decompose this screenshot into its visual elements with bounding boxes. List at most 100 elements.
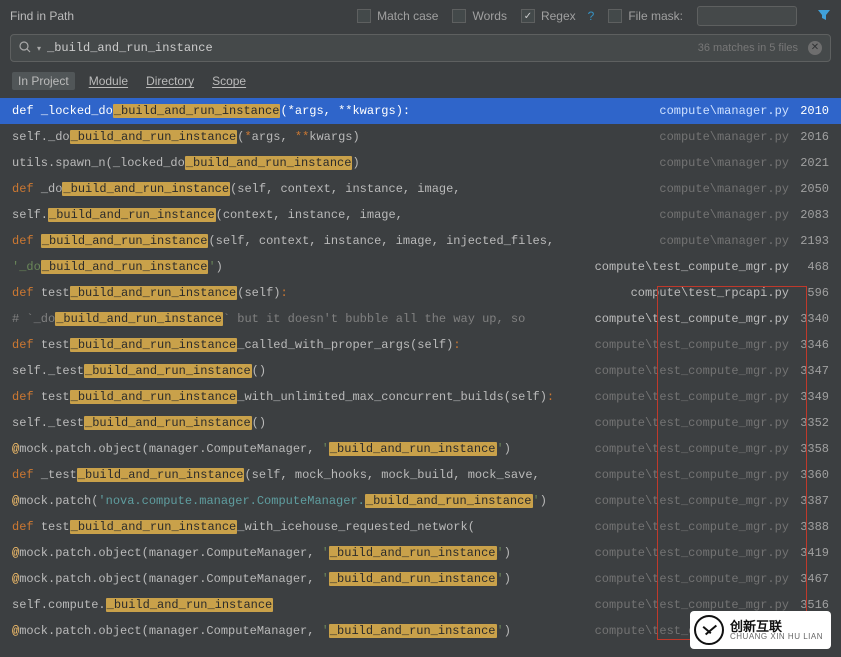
- result-code: @mock.patch.object(manager.ComputeManage…: [12, 546, 587, 560]
- result-row[interactable]: def _locked_do_build_and_run_instance(*a…: [0, 98, 841, 124]
- result-line: 3352: [795, 416, 829, 430]
- match-case-checkbox[interactable]: Match case: [357, 9, 438, 23]
- result-row[interactable]: def _build_and_run_instance(self, contex…: [0, 228, 841, 254]
- result-row[interactable]: '_do_build_and_run_instance')compute\tes…: [0, 254, 841, 280]
- result-code: def _test_build_and_run_instance(self, m…: [12, 468, 587, 482]
- checkbox-icon: [452, 9, 466, 23]
- file-mask-label: File mask:: [628, 9, 683, 23]
- result-file: compute\test_compute_mgr.py: [595, 338, 789, 352]
- result-file: compute\test_compute_mgr.py: [595, 572, 789, 586]
- result-code: def test_build_and_run_instance_called_w…: [12, 338, 587, 352]
- result-file: compute\test_compute_mgr.py: [595, 442, 789, 456]
- result-line: 3516: [795, 598, 829, 612]
- result-line: 2083: [795, 208, 829, 222]
- scope-tab-in-project[interactable]: In Project: [12, 72, 75, 90]
- result-code: def test_build_and_run_instance(self):: [12, 286, 623, 300]
- result-file: compute\test_compute_mgr.py: [595, 390, 789, 404]
- match-case-label: Match case: [377, 9, 438, 23]
- result-file: compute\test_rpcapi.py: [631, 286, 789, 300]
- result-code: utils.spawn_n(_locked_do_build_and_run_i…: [12, 156, 651, 170]
- result-line: 3467: [795, 572, 829, 586]
- file-mask-checkbox[interactable]: File mask:: [608, 9, 683, 23]
- result-row[interactable]: utils.spawn_n(_locked_do_build_and_run_i…: [0, 150, 841, 176]
- result-line: 2010: [795, 104, 829, 118]
- result-row[interactable]: @mock.patch.object(manager.ComputeManage…: [0, 540, 841, 566]
- result-line: 596: [795, 286, 829, 300]
- result-code: # `_do_build_and_run_instance` but it do…: [12, 312, 587, 326]
- dialog-title: Find in Path: [10, 9, 74, 23]
- result-code: self._build_and_run_instance(context, in…: [12, 208, 651, 222]
- result-code: @mock.patch.object(manager.ComputeManage…: [12, 624, 587, 638]
- result-file: compute\test_compute_mgr.py: [595, 494, 789, 508]
- result-row[interactable]: def test_build_and_run_instance_with_ice…: [0, 514, 841, 540]
- result-file: compute\test_compute_mgr.py: [595, 416, 789, 430]
- result-row[interactable]: self._do_build_and_run_instance(*args, *…: [0, 124, 841, 150]
- scope-tab-module[interactable]: Module: [85, 72, 132, 90]
- checkbox-icon: [608, 9, 622, 23]
- result-file: compute\test_compute_mgr.py: [595, 364, 789, 378]
- result-line: 2016: [795, 130, 829, 144]
- result-code: self._test_build_and_run_instance(): [12, 364, 587, 378]
- filter-icon[interactable]: [817, 8, 831, 25]
- checkbox-icon: [357, 9, 371, 23]
- result-row[interactable]: def _test_build_and_run_instance(self, m…: [0, 462, 841, 488]
- result-code: self._do_build_and_run_instance(*args, *…: [12, 130, 651, 144]
- result-file: compute\manager.py: [659, 130, 789, 144]
- result-row[interactable]: self._test_build_and_run_instance() compu…: [0, 410, 841, 436]
- watermark: 创新互联 CHUANG XIN HU LIAN: [690, 611, 831, 649]
- checkbox-icon: ✓: [521, 9, 535, 23]
- result-row[interactable]: @mock.patch.object(manager.ComputeManage…: [0, 566, 841, 592]
- result-line: 2193: [795, 234, 829, 248]
- result-line: 3388: [795, 520, 829, 534]
- result-row[interactable]: def _do_build_and_run_instance(self, con…: [0, 176, 841, 202]
- result-file: compute\manager.py: [659, 156, 789, 170]
- regex-label: Regex: [541, 9, 576, 23]
- search-field[interactable]: ▾ 36 matches in 5 files ✕: [10, 34, 831, 62]
- result-file: compute\test_compute_mgr.py: [595, 520, 789, 534]
- result-line: 3360: [795, 468, 829, 482]
- match-count: 36 matches in 5 files: [698, 42, 798, 54]
- watermark-en: CHUANG XIN HU LIAN: [730, 633, 823, 641]
- clear-icon[interactable]: ✕: [808, 41, 822, 55]
- result-row[interactable]: def test_build_and_run_instance(self): co…: [0, 280, 841, 306]
- result-row[interactable]: @mock.patch('nova.compute.manager.Comput…: [0, 488, 841, 514]
- result-code: self._test_build_and_run_instance(): [12, 416, 587, 430]
- search-icon: [19, 41, 31, 56]
- regex-help-icon[interactable]: ?: [588, 9, 595, 23]
- result-file: compute\manager.py: [659, 208, 789, 222]
- result-line: 3340: [795, 312, 829, 326]
- result-file: compute\test_compute_mgr.py: [595, 468, 789, 482]
- result-file: compute\test_compute_mgr.py: [595, 598, 789, 612]
- result-code: def test_build_and_run_instance_with_unl…: [12, 390, 587, 404]
- result-code: def _locked_do_build_and_run_instance(*a…: [12, 104, 651, 118]
- result-row[interactable]: self._build_and_run_instance(context, in…: [0, 202, 841, 228]
- regex-checkbox[interactable]: ✓ Regex: [521, 9, 576, 23]
- result-row[interactable]: @mock.patch.object(manager.ComputeManage…: [0, 436, 841, 462]
- watermark-logo-icon: [694, 615, 724, 645]
- search-input[interactable]: [47, 41, 692, 55]
- results-list[interactable]: def _locked_do_build_and_run_instance(*a…: [0, 98, 841, 650]
- words-checkbox[interactable]: Words: [452, 9, 506, 23]
- scope-tab-scope[interactable]: Scope: [208, 72, 250, 90]
- result-row[interactable]: # `_do_build_and_run_instance` but it do…: [0, 306, 841, 332]
- watermark-cn: 创新互联: [730, 620, 823, 633]
- result-line: 3419: [795, 546, 829, 560]
- result-line: 468: [795, 260, 829, 274]
- result-row[interactable]: def test_build_and_run_instance_called_w…: [0, 332, 841, 358]
- scope-tab-directory[interactable]: Directory: [142, 72, 198, 90]
- result-file: compute\test_compute_mgr.py: [595, 546, 789, 560]
- result-line: 2050: [795, 182, 829, 196]
- result-row[interactable]: def test_build_and_run_instance_with_unl…: [0, 384, 841, 410]
- result-file: compute\manager.py: [659, 104, 789, 118]
- dialog-header: Find in Path Match case Words ✓ Regex ? …: [0, 0, 841, 32]
- result-line: 3349: [795, 390, 829, 404]
- file-mask-input[interactable]: [697, 6, 797, 26]
- result-line: 2021: [795, 156, 829, 170]
- result-file: compute\manager.py: [659, 182, 789, 196]
- scope-tabs: In Project Module Directory Scope: [0, 62, 841, 98]
- result-code: self.compute._build_and_run_instance: [12, 598, 587, 612]
- result-row[interactable]: self._test_build_and_run_instance() compu…: [0, 358, 841, 384]
- chevron-down-icon[interactable]: ▾: [37, 44, 41, 53]
- result-line: 3346: [795, 338, 829, 352]
- result-code: def _build_and_run_instance(self, contex…: [12, 234, 651, 248]
